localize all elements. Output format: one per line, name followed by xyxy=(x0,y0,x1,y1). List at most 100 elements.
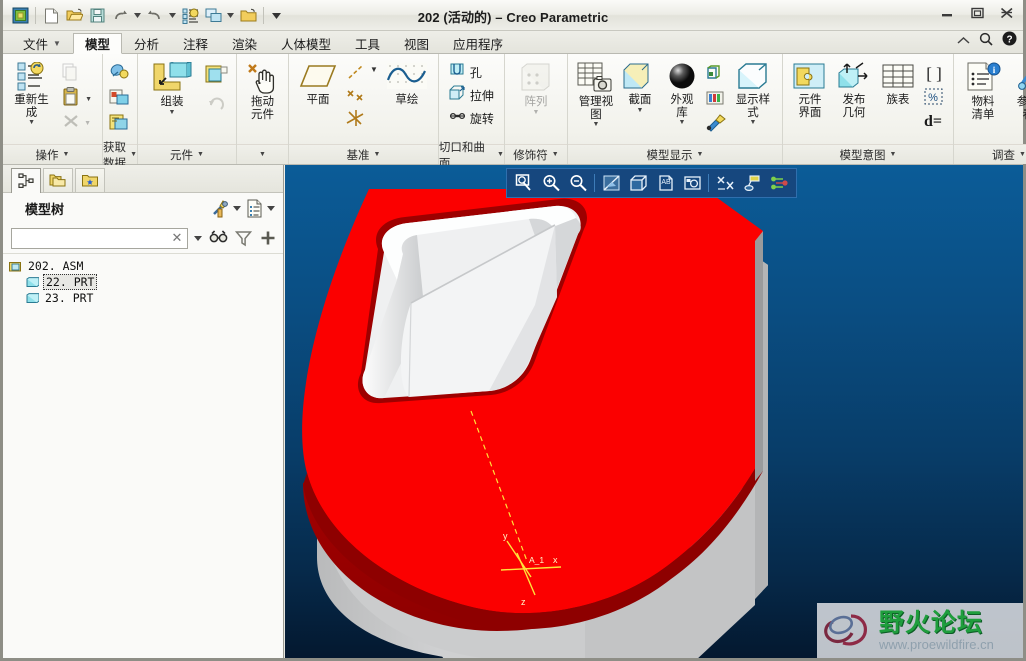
reference-viewer-button[interactable]: i 参考查 看器 xyxy=(1009,59,1026,124)
ribbon-group-label-cut-surface[interactable]: 切口和曲面 ▼ xyxy=(438,142,504,170)
pattern-caret-icon[interactable]: ▼ xyxy=(532,109,539,117)
favorites-tab[interactable] xyxy=(75,168,105,192)
tree-display-caret-icon[interactable] xyxy=(265,197,277,219)
delete-caret-icon[interactable]: ▼ xyxy=(84,120,91,127)
revolve-button[interactable]: 旋转 xyxy=(444,108,499,129)
pattern-button[interactable]: 阵列 ▼ xyxy=(510,59,562,120)
datum-more-caret-icon[interactable]: ▼ xyxy=(370,65,378,74)
ribbon-group-label-model-display[interactable]: 模型显示 ▼ xyxy=(567,144,782,164)
tree-search-box[interactable]: ✕ xyxy=(11,227,188,249)
family-table-button[interactable]: 族表 xyxy=(876,59,920,110)
datum-plane-button[interactable]: 平面 xyxy=(294,59,342,110)
cad-model-viewport[interactable]: y x z A_1 xyxy=(285,165,1023,658)
ribbon-group-label-model-intent[interactable]: 模型意图 ▼ xyxy=(782,144,953,164)
section-button[interactable]: 截面 ▼ xyxy=(619,59,661,118)
bill-of-materials-button[interactable]: i 物料 清单 xyxy=(959,59,1007,124)
merge-inherit-button[interactable] xyxy=(108,85,132,109)
model-tree-body[interactable]: 202. ASM 22. PRT 23. PRT xyxy=(3,253,283,658)
parameters-button[interactable]: d= xyxy=(920,109,948,131)
create-component-button[interactable] xyxy=(203,61,231,89)
assemble-button[interactable]: 组装 ▼ xyxy=(143,59,201,120)
tab-model[interactable]: 模型 xyxy=(72,33,122,54)
tab-analysis[interactable]: 分析 xyxy=(122,32,171,53)
search-options-caret-icon[interactable] xyxy=(191,227,204,249)
tree-item-part-23[interactable]: 23. PRT xyxy=(9,290,283,306)
datum-display-filters-icon[interactable] xyxy=(712,171,738,195)
paste-caret-icon[interactable]: ▼ xyxy=(85,96,92,103)
graphics-area[interactable]: y x z A_1 AB 野火论坛 www.proewildfire.cn xyxy=(285,165,1023,658)
help-icon[interactable]: ? xyxy=(1002,31,1017,51)
tree-item-part-22[interactable]: 22. PRT xyxy=(9,274,283,290)
relations-button[interactable]: [ ] xyxy=(920,61,948,85)
filter-icon[interactable] xyxy=(232,227,254,249)
render-setup-button[interactable] xyxy=(703,110,729,134)
import-button[interactable] xyxy=(108,60,132,84)
add-item-icon[interactable] xyxy=(257,227,279,249)
refit-icon[interactable] xyxy=(598,171,624,195)
tab-render[interactable]: 渲染 xyxy=(220,32,269,53)
color-edit-button[interactable] xyxy=(703,87,729,109)
manage-views-button[interactable]: 管理视 图 ▼ xyxy=(573,59,619,132)
tree-search-input[interactable] xyxy=(15,231,170,245)
switch-dimensions-button[interactable]: % xyxy=(920,86,948,108)
drag-component-button[interactable]: 拖动 元件 xyxy=(242,59,283,124)
ribbon-group-label-get-data[interactable]: 获取数据 ▼ xyxy=(103,142,137,170)
hole-button[interactable]: 孔 xyxy=(444,62,499,83)
paste-button[interactable]: ▼ xyxy=(57,87,97,111)
collapse-ribbon-icon[interactable] xyxy=(957,32,970,50)
display-style-caret-icon[interactable]: ▼ xyxy=(749,119,756,127)
ribbon-group-label-operations[interactable]: 操作 ▼ xyxy=(3,144,102,164)
search-icon[interactable] xyxy=(979,32,993,51)
model-tree-tab[interactable] xyxy=(11,168,41,193)
regenerate-caret-icon[interactable]: ▼ xyxy=(28,119,35,127)
spin-center-icon[interactable] xyxy=(766,171,792,195)
coord-system-button[interactable] xyxy=(343,107,369,129)
extrude-button[interactable]: 拉伸 xyxy=(444,85,499,106)
shrinkwrap-button[interactable] xyxy=(108,110,132,134)
saved-orientations-icon[interactable]: AB xyxy=(652,171,678,195)
display-style-icon[interactable] xyxy=(625,171,651,195)
tree-item-assembly[interactable]: 202. ASM xyxy=(9,258,283,274)
restore-button[interactable] xyxy=(967,4,987,22)
perspective-button[interactable] xyxy=(703,62,729,86)
ribbon-group-label-component[interactable]: 元件 ▼ xyxy=(138,144,236,164)
annotation-display-icon[interactable] xyxy=(739,171,765,195)
scene-capture-icon[interactable] xyxy=(679,171,705,195)
publish-geometry-button[interactable]: 发布 几何 xyxy=(832,59,876,122)
delete-button[interactable]: ▼ xyxy=(57,112,97,134)
appearance-caret-icon[interactable]: ▼ xyxy=(678,119,685,127)
appearance-gallery-button[interactable]: 外观 库 ▼ xyxy=(661,59,703,130)
copy-button[interactable] xyxy=(57,62,97,86)
manage-views-caret-icon[interactable]: ▼ xyxy=(592,121,599,129)
tree-display-icon[interactable] xyxy=(243,197,265,219)
find-icon[interactable] xyxy=(207,227,229,249)
tree-settings-caret-icon[interactable] xyxy=(231,197,243,219)
sketch-button[interactable]: 草绘 xyxy=(381,59,433,110)
tab-view[interactable]: 视图 xyxy=(392,32,441,53)
tab-annotate[interactable]: 注释 xyxy=(171,32,220,53)
ribbon-group-label-datum[interactable]: 基准 ▼ xyxy=(289,144,438,164)
minimize-button[interactable] xyxy=(937,4,957,22)
zoom-in-icon[interactable] xyxy=(538,171,564,195)
tab-file[interactable]: 文件 ▼ xyxy=(11,32,73,53)
close-button[interactable] xyxy=(997,4,1017,22)
tab-manikin[interactable]: 人体模型 xyxy=(269,32,343,53)
datum-axis-button[interactable] xyxy=(343,61,369,83)
zoom-window-icon[interactable] xyxy=(511,171,537,195)
section-caret-icon[interactable]: ▼ xyxy=(636,107,643,115)
component-interface-button[interactable]: 元件 界面 xyxy=(788,59,832,122)
datum-point-button[interactable] xyxy=(343,84,369,106)
tree-settings-icon[interactable] xyxy=(209,197,231,219)
folder-browser-tab[interactable] xyxy=(43,168,73,192)
ribbon-group-label-investigate[interactable]: 调查 ▼ xyxy=(953,144,1026,164)
clear-search-icon[interactable]: ✕ xyxy=(170,230,184,246)
ribbon-group-label-decorator[interactable]: 修饰符 ▼ xyxy=(504,144,567,164)
tab-applications[interactable]: 应用程序 xyxy=(441,32,515,53)
display-style-button[interactable]: 显示样 式 ▼ xyxy=(729,59,777,130)
regenerate-button[interactable]: 重新生 成 ▼ xyxy=(8,59,55,130)
zoom-out-icon[interactable] xyxy=(565,171,591,195)
assemble-caret-icon[interactable]: ▼ xyxy=(169,109,176,117)
repeat-button[interactable] xyxy=(203,90,231,116)
ribbon-group-label-drag[interactable]: ▼ xyxy=(237,144,288,164)
tab-tools[interactable]: 工具 xyxy=(343,32,392,53)
